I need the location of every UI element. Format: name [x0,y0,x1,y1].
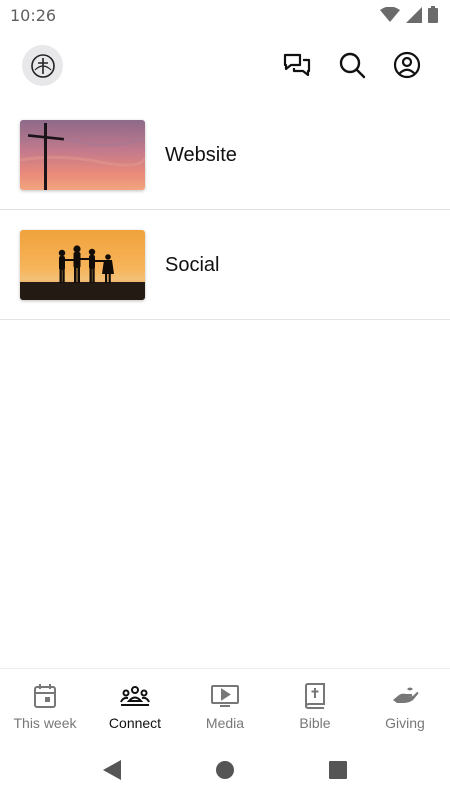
list-item-social[interactable]: Social [0,210,450,320]
giving-hand-icon [391,683,419,709]
bottom-nav: This week Connect Media Bible Giving [0,668,450,740]
top-bar [0,32,450,98]
status-time: 10:26 [10,6,57,25]
tab-this-week[interactable]: This week [0,669,90,741]
system-nav-bar [0,740,450,800]
tab-label: Media [205,715,245,731]
media-icon [211,683,239,709]
website-thumbnail [20,120,145,190]
list-item-label: Website [165,144,237,166]
tab-label: Giving [385,715,425,731]
home-icon[interactable] [213,758,237,782]
tab-connect[interactable]: Connect [90,669,180,741]
profile-icon[interactable] [392,50,422,80]
tab-giving[interactable]: Giving [360,669,450,741]
status-bar: 10:26 [0,0,450,32]
tab-label: This week [13,715,77,731]
church-logo[interactable] [22,45,63,86]
back-icon[interactable] [100,758,124,782]
battery-icon [428,6,438,28]
tab-media[interactable]: Media [180,669,270,741]
tab-label: Connect [108,715,162,731]
list-item-website[interactable]: Website [0,100,450,210]
list-item-label: Social [165,254,220,276]
wifi-icon [380,6,400,28]
bible-icon [303,683,327,709]
tab-label: Bible [299,715,331,731]
calendar-icon [33,683,57,709]
signal-icon [406,6,422,28]
chat-icon[interactable] [282,50,312,80]
search-icon[interactable] [337,50,367,80]
tab-bible[interactable]: Bible [270,669,360,741]
people-icon [120,683,150,709]
social-thumbnail [20,230,145,300]
status-icons [380,6,438,28]
recent-apps-icon[interactable] [326,758,350,782]
connect-list: Website Social [0,100,450,320]
